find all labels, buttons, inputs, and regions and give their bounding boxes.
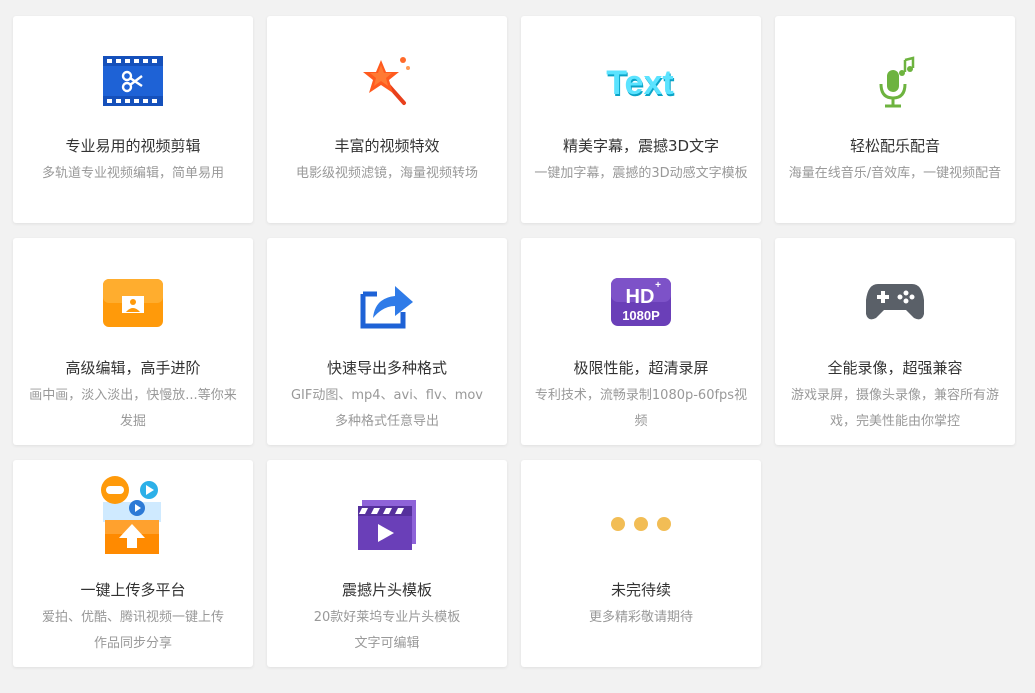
feature-card-video-edit[interactable]: 专业易用的视频剪辑 多轨道专业视频编辑，简单易用: [13, 16, 253, 223]
feature-title: 专业易用的视频剪辑: [65, 137, 201, 155]
feature-grid: 专业易用的视频剪辑 多轨道专业视频编辑，简单易用 丰富的视频特效 电影级视频滤镜…: [0, 0, 1035, 693]
more-dots-icon: [611, 517, 671, 531]
feature-card-export[interactable]: 快速导出多种格式 GIF动图、mp4、avi、flv、mov 多种格式任意导出: [267, 238, 507, 445]
feature-desc: 专利技术，流畅录制1080p-60fps视 频: [534, 388, 748, 429]
export-share-icon: [360, 286, 413, 329]
feature-card-subtitles[interactable]: Text Text 精美字幕，震撼3D文字 一键加字幕，震撼的3D动感文字模板: [521, 16, 761, 223]
feature-desc: 一键加字幕，震撼的3D动感文字模板: [534, 166, 748, 181]
feature-card-upload[interactable]: 一键上传多平台 爱拍、优酷、腾讯视频一键上传 作品同步分享: [13, 460, 253, 667]
svg-text:1080P: 1080P: [622, 308, 660, 323]
feature-card-coming-soon[interactable]: 未完待续 更多精彩敬请期待: [521, 460, 761, 667]
feature-title: 轻松配乐配音: [849, 137, 940, 155]
cloud-upload-platforms-icon: [101, 476, 161, 554]
feature-title: 全能录像，超强兼容: [827, 359, 963, 377]
clapperboard-icon: [358, 500, 416, 550]
microphone-music-icon: [879, 56, 915, 108]
feature-title: 丰富的视频特效: [334, 137, 440, 155]
feature-desc: GIF动图、mp4、avi、flv、mov 多种格式任意导出: [290, 388, 484, 429]
hd-1080p-icon: HD + 1080P: [611, 278, 671, 326]
feature-card-effects[interactable]: 丰富的视频特效 电影级视频滤镜，海量视频转场: [267, 16, 507, 223]
feature-title: 精美字幕，震撼3D文字: [562, 137, 720, 155]
gamepad-icon: [866, 284, 924, 320]
picture-in-picture-icon: [103, 279, 163, 327]
feature-desc: 爱拍、优酷、腾讯视频一键上传 作品同步分享: [41, 610, 224, 651]
svg-text:Text: Text: [606, 64, 673, 102]
svg-text:+: +: [655, 280, 661, 291]
svg-text:HD: HD: [626, 286, 655, 308]
feature-title: 未完待续: [610, 581, 671, 599]
text-effect-icon: Text Text: [606, 64, 674, 104]
film-scissors-icon: [103, 56, 163, 106]
feature-card-advanced-edit[interactable]: 高级编辑，高手进阶 画中画，淡入淡出，快慢放...等你来 发掘: [13, 238, 253, 445]
feature-desc: 海量在线音乐/音效库，一键视频配音: [788, 166, 1002, 181]
magic-star-wand-icon: [363, 57, 410, 105]
feature-desc: 画中画，淡入淡出，快慢放...等你来 发掘: [29, 388, 237, 429]
feature-card-music[interactable]: 轻松配乐配音 海量在线音乐/音效库，一键视频配音: [775, 16, 1015, 223]
feature-title: 高级编辑，高手进阶: [65, 359, 201, 377]
feature-desc: 游戏录屏，摄像头录像，兼容所有游 戏，完美性能由你掌控: [790, 388, 999, 429]
feature-card-hd-record[interactable]: HD + 1080P 极限性能，超清录屏 专利技术，流畅录制1080p-60fp…: [521, 238, 761, 445]
feature-title: 一键上传多平台: [80, 581, 186, 599]
feature-card-game-record[interactable]: 全能录像，超强兼容 游戏录屏，摄像头录像，兼容所有游 戏，完美性能由你掌控: [775, 238, 1015, 445]
feature-title: 极限性能，超清录屏: [573, 359, 709, 377]
feature-desc: 多轨道专业视频编辑，简单易用: [41, 166, 224, 181]
feature-card-intro-template[interactable]: 震撼片头模板 20款好莱坞专业片头模板 文字可编辑: [267, 460, 507, 667]
feature-title: 快速导出多种格式: [326, 359, 447, 377]
feature-desc: 20款好莱坞专业片头模板 文字可编辑: [313, 610, 461, 651]
feature-desc: 电影级视频滤镜，海量视频转场: [295, 166, 478, 181]
feature-desc: 更多精彩敬请期待: [588, 610, 693, 625]
feature-title: 震撼片头模板: [341, 581, 432, 599]
